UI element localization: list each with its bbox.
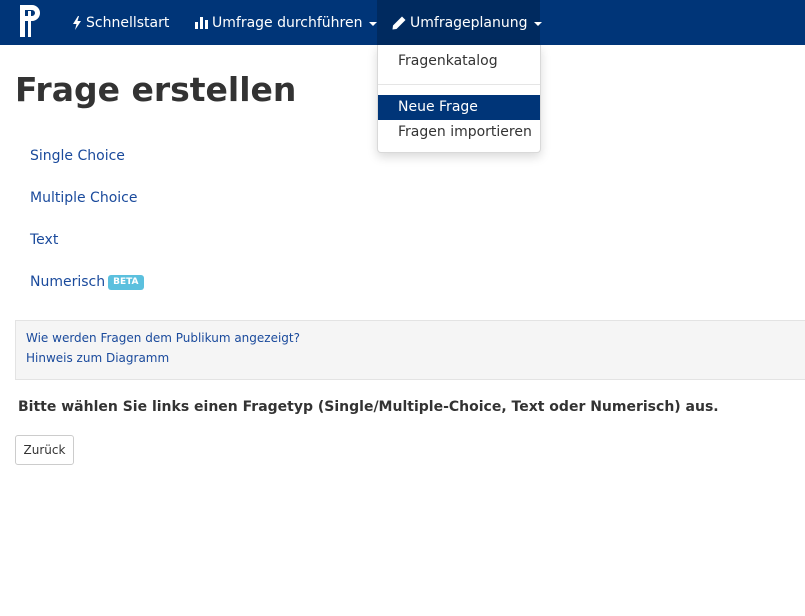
nav-survey-planning[interactable]: Umfrageplanung bbox=[377, 0, 542, 45]
chevron-down-icon bbox=[368, 21, 377, 26]
nav-run-survey-label: Umfrage durchführen bbox=[212, 14, 363, 31]
chart-hint-link[interactable]: Hinweis zum Diagramm bbox=[26, 351, 169, 365]
menu-item-new-question[interactable]: Neue Frage bbox=[378, 95, 540, 120]
top-navbar: Schnellstart Umfrage durchführen Umfrage… bbox=[0, 0, 805, 45]
question-type-numeric-label: Numerisch bbox=[30, 274, 106, 290]
question-type-multiple-choice[interactable]: Multiple Choice bbox=[30, 190, 137, 206]
instruction-text: Bitte wählen Sie links einen Fragetyp (S… bbox=[18, 399, 719, 415]
menu-divider bbox=[378, 84, 540, 85]
nav-quickstart-label: Schnellstart bbox=[86, 14, 170, 31]
menu-item-question-catalog[interactable]: Fragenkatalog bbox=[378, 49, 540, 74]
nav-run-survey[interactable]: Umfrage durchführen bbox=[195, 0, 377, 45]
nav-survey-planning-label: Umfrageplanung bbox=[410, 14, 528, 31]
menu-item-import-questions[interactable]: Fragen importieren bbox=[378, 120, 540, 145]
page-title: Frage erstellen bbox=[15, 70, 297, 109]
nav-quickstart[interactable]: Schnellstart bbox=[72, 0, 169, 45]
beta-badge: BETA bbox=[108, 274, 144, 290]
back-button[interactable]: Zurück bbox=[15, 435, 74, 465]
bolt-icon bbox=[72, 15, 82, 30]
info-panel: Wie werden Fragen dem Publikum angezeigt… bbox=[15, 320, 805, 380]
question-type-text[interactable]: Text bbox=[30, 232, 58, 248]
pencil-icon bbox=[392, 16, 406, 30]
question-type-numeric[interactable]: Numerisch BETA bbox=[30, 274, 144, 290]
bar-chart-icon bbox=[195, 16, 208, 29]
survey-planning-dropdown: Fragenkatalog Neue Frage Fragen importie… bbox=[377, 45, 541, 153]
chevron-down-icon bbox=[533, 21, 542, 26]
question-type-single-choice[interactable]: Single Choice bbox=[30, 148, 125, 164]
audience-display-link[interactable]: Wie werden Fragen dem Publikum angezeigt… bbox=[26, 331, 300, 345]
pingo-logo-icon[interactable] bbox=[16, 3, 48, 39]
